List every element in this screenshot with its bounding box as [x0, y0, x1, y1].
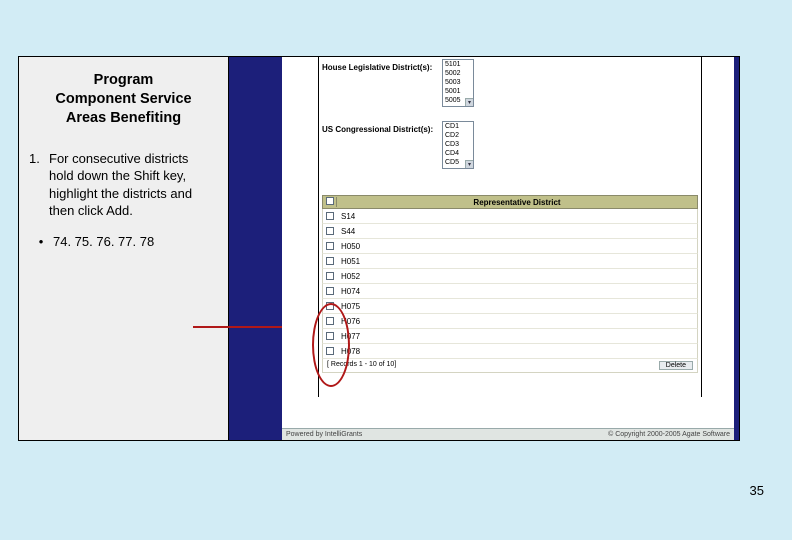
row-value: H076	[337, 317, 697, 326]
table-row[interactable]: H077	[322, 329, 698, 344]
status-bar: Powered by IntelliGrants © Copyright 200…	[282, 428, 734, 440]
instruction-item: 1. For consecutive districts hold down t…	[29, 150, 218, 220]
chevron-down-icon[interactable]: ▾	[465, 98, 473, 106]
row-value: H050	[337, 242, 697, 251]
table-row[interactable]: S44	[322, 224, 698, 239]
listbox-option[interactable]: CD3	[443, 140, 473, 149]
instruction-text: For consecutive districts hold down the …	[49, 150, 218, 220]
page-number: 35	[750, 483, 764, 498]
row-checkbox[interactable]	[326, 257, 334, 265]
delete-button[interactable]: Delete	[659, 361, 693, 370]
instructions-panel: Program Component Service Areas Benefiti…	[19, 57, 229, 440]
table-row[interactable]: H074	[322, 284, 698, 299]
us-district-listbox[interactable]: CD1 CD2 CD3 CD4 CD5 ▾	[442, 121, 474, 169]
us-district-field: US Congressional District(s):	[322, 125, 433, 134]
copyright: © Copyright 2000-2005 Agate Software	[608, 429, 730, 440]
district-table: Representative District S14 S44 H050 H05…	[322, 195, 698, 373]
listbox-option[interactable]: 5002	[443, 69, 473, 78]
row-value: H077	[337, 332, 697, 341]
column-header: Representative District	[337, 198, 697, 207]
row-value: H052	[337, 272, 697, 281]
checkbox-header[interactable]	[323, 197, 337, 207]
row-checkbox[interactable]	[326, 212, 334, 220]
listbox-option[interactable]: CD2	[443, 131, 473, 140]
listbox-option[interactable]: 5003	[443, 78, 473, 87]
table-header: Representative District	[322, 195, 698, 209]
table-row[interactable]: H050	[322, 239, 698, 254]
house-district-field: House Legislative District(s):	[322, 63, 432, 72]
table-body: S14 S44 H050 H051 H052 H074 H075 H076 H0…	[322, 209, 698, 359]
listbox-option[interactable]: CD1	[443, 122, 473, 131]
bullet-text: 74. 75. 76. 77. 78	[53, 234, 218, 249]
table-row[interactable]: H051	[322, 254, 698, 269]
listbox-option[interactable]: CD4	[443, 149, 473, 158]
row-value: H051	[337, 257, 697, 266]
table-row[interactable]: H076	[322, 314, 698, 329]
row-value: H078	[337, 347, 697, 356]
table-row[interactable]: S14	[322, 209, 698, 224]
house-district-listbox[interactable]: 5101 5002 5003 5001 5005 ▾	[442, 59, 474, 107]
listbox-option[interactable]: 5101	[443, 60, 473, 69]
row-value: H075	[337, 302, 697, 311]
row-checkbox[interactable]	[326, 272, 334, 280]
instruction-number: 1.	[29, 150, 49, 220]
title-line: Program	[94, 72, 154, 88]
title-line: Component Service	[55, 91, 191, 107]
table-row[interactable]: H052	[322, 269, 698, 284]
row-checkbox[interactable]	[326, 227, 334, 235]
slide-frame: Program Component Service Areas Benefiti…	[18, 56, 740, 441]
row-checkbox[interactable]	[326, 242, 334, 250]
highlight-circle	[312, 303, 350, 387]
panel-title: Program Component Service Areas Benefiti…	[29, 71, 218, 128]
row-value: H074	[337, 287, 697, 296]
checkbox-icon[interactable]	[326, 197, 334, 205]
listbox-option[interactable]: 5001	[443, 87, 473, 96]
row-value: S44	[337, 227, 697, 236]
table-footer: [ Records 1 - 10 of 10] Delete	[322, 359, 698, 373]
us-district-label: US Congressional District(s):	[322, 125, 433, 134]
chevron-down-icon[interactable]: ▾	[465, 160, 473, 168]
house-district-label: House Legislative District(s):	[322, 63, 432, 72]
bullet-marker: •	[29, 234, 53, 249]
table-row[interactable]: H078	[322, 344, 698, 359]
bullet-item: • 74. 75. 76. 77. 78	[29, 234, 218, 249]
row-checkbox[interactable]	[326, 287, 334, 295]
table-row[interactable]: H075	[322, 299, 698, 314]
app-screenshot: House Legislative District(s): 5101 5002…	[282, 57, 734, 440]
row-value: S14	[337, 212, 697, 221]
powered-by: Powered by IntelliGrants	[286, 429, 362, 440]
title-line: Areas Benefiting	[66, 110, 181, 126]
